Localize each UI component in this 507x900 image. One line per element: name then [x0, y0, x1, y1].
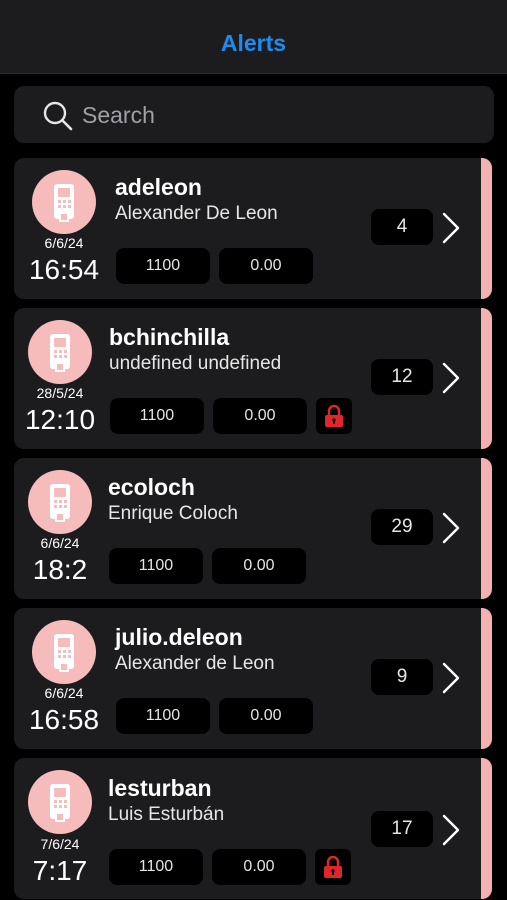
search-bar[interactable]	[14, 86, 494, 143]
chevron-right-icon[interactable]	[440, 661, 462, 695]
count-badge: 29	[371, 509, 433, 545]
amount-pill: 0.00	[212, 849, 306, 885]
card-terminal-icon	[28, 320, 92, 384]
status-stripe	[481, 758, 492, 899]
alert-time: 16:58	[28, 704, 100, 735]
username: ecoloch	[108, 474, 195, 500]
full-name: undefined undefined	[109, 353, 282, 374]
alert-card[interactable]: 6/6/24 16:54 adeleon Alexander De Leon 1…	[14, 158, 492, 299]
alert-time: 7:17	[32, 855, 88, 886]
value-pill: 1100	[116, 248, 210, 284]
nav-bar: Alerts	[0, 0, 507, 74]
alert-card[interactable]: 28/5/24 12:10 bchinchilla undefined unde…	[14, 308, 492, 449]
value-pill: 1100	[116, 698, 210, 734]
chevron-right-icon[interactable]	[440, 361, 462, 395]
username: lesturban	[108, 775, 212, 801]
full-name: Alexander De Leon	[115, 203, 278, 224]
alert-card[interactable]: 6/6/24 18:2 ecoloch Enrique Coloch 1100 …	[14, 458, 492, 599]
lock-icon	[315, 849, 351, 885]
chevron-right-icon[interactable]	[440, 211, 462, 245]
card-terminal-icon	[28, 470, 92, 534]
count-badge: 12	[371, 359, 433, 395]
amount-pill: 0.00	[213, 398, 307, 434]
alert-date: 6/6/24	[44, 235, 84, 251]
full-name: Luis Esturbán	[108, 804, 225, 825]
full-name: Alexander de Leon	[115, 653, 275, 674]
alert-card[interactable]: 6/6/24 16:58 julio.deleon Alexander de L…	[14, 608, 492, 749]
alert-time: 18:2	[32, 554, 88, 585]
alert-card[interactable]: 7/6/24 7:17 lesturban Luis Esturbán 1100…	[14, 758, 492, 899]
alert-time: 12:10	[24, 404, 96, 435]
username: julio.deleon	[115, 624, 243, 650]
count-badge: 9	[371, 659, 433, 695]
search-input[interactable]	[80, 94, 484, 136]
amount-pill: 0.00	[219, 248, 313, 284]
amount-pill: 0.00	[212, 548, 306, 584]
value-pill: 1100	[109, 849, 203, 885]
value-pill: 1100	[109, 548, 203, 584]
alert-date: 7/6/24	[40, 836, 80, 852]
full-name: Enrique Coloch	[108, 503, 238, 524]
status-stripe	[481, 158, 492, 299]
chevron-right-icon[interactable]	[440, 813, 462, 847]
chevron-right-icon[interactable]	[440, 511, 462, 545]
card-terminal-icon	[32, 170, 96, 234]
alert-date: 28/5/24	[36, 385, 84, 401]
status-stripe	[481, 458, 492, 599]
status-stripe	[481, 308, 492, 449]
lock-icon	[316, 398, 352, 434]
page-title: Alerts	[220, 30, 287, 56]
username: bchinchilla	[109, 324, 230, 350]
card-terminal-icon	[32, 620, 96, 684]
username: adeleon	[115, 174, 202, 200]
search-icon	[43, 101, 73, 131]
alert-date: 6/6/24	[44, 685, 84, 701]
amount-pill: 0.00	[219, 698, 313, 734]
alert-date: 6/6/24	[40, 535, 80, 551]
count-badge: 17	[371, 811, 433, 847]
status-stripe	[481, 608, 492, 749]
card-terminal-icon	[28, 770, 92, 834]
count-badge: 4	[371, 209, 433, 245]
alert-time: 16:54	[28, 254, 100, 285]
value-pill: 1100	[110, 398, 204, 434]
